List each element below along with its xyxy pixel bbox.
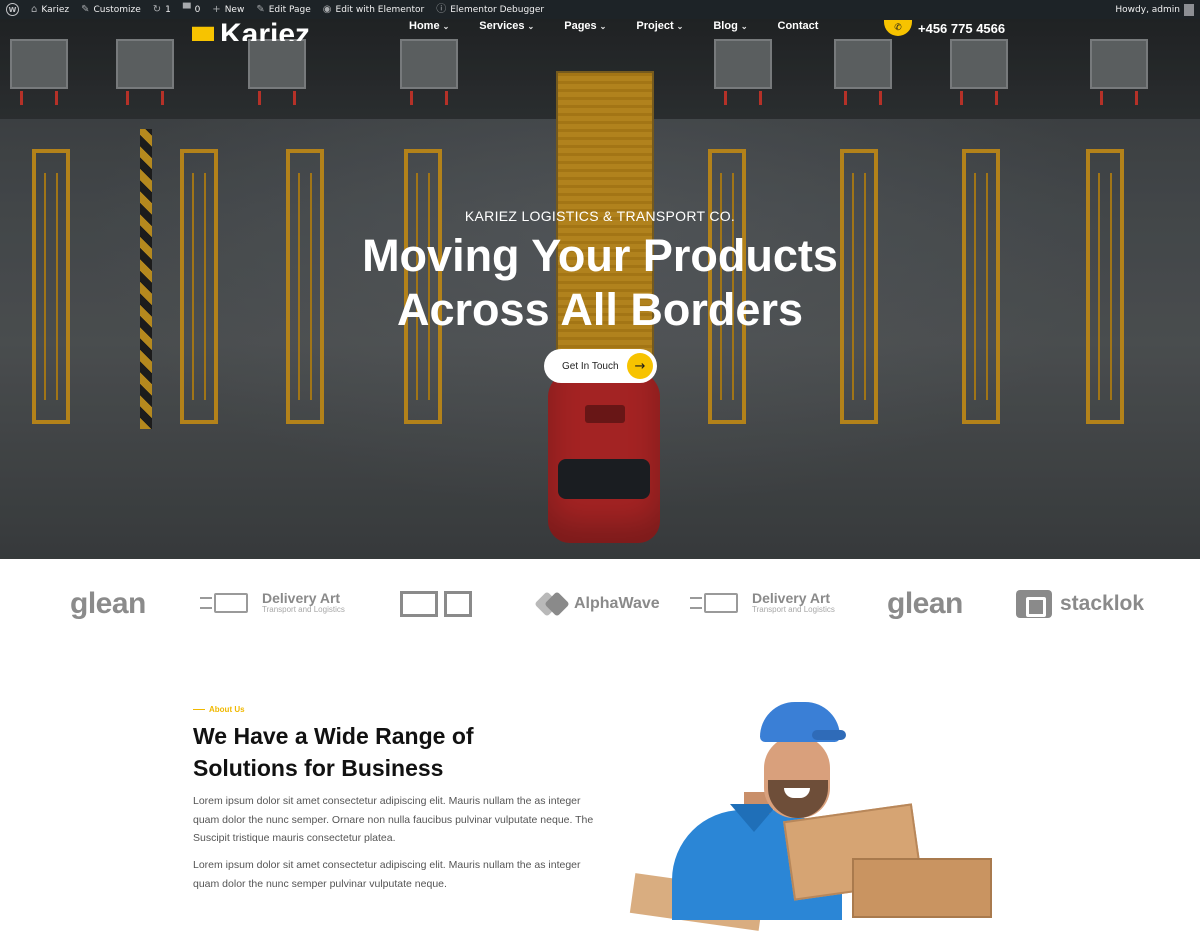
info-icon: ⓘ xyxy=(436,3,447,15)
hero-section: KARIEZ LOGISTICS & TRANSPORT CO. Moving … xyxy=(0,19,1200,559)
hero-eyebrow: KARIEZ LOGISTICS & TRANSPORT CO. xyxy=(464,208,736,224)
site-name-link[interactable]: ⌂ Kariez xyxy=(25,0,75,19)
wordpress-icon: W xyxy=(6,3,19,16)
get-in-touch-button[interactable]: Get In Touch → xyxy=(544,349,657,383)
chevron-down-icon: ⌄ xyxy=(676,21,684,31)
edit-page-label: Edit Page xyxy=(268,4,311,15)
comments-link[interactable]: ▀ 0 xyxy=(177,0,206,19)
comments-count: 0 xyxy=(194,4,201,15)
chevron-down-icon: ⌄ xyxy=(740,21,748,31)
courier-image xyxy=(612,700,992,931)
alphawave-icon xyxy=(538,593,568,615)
about-paragraph: Lorem ipsum dolor sit amet consectetur a… xyxy=(193,795,594,844)
nav-item-project[interactable]: Project ⌄ xyxy=(636,19,683,33)
main-nav: Home ⌄ Services ⌄ Pages ⌄ Project ⌄ Blog… xyxy=(409,19,848,33)
delivery-art-tagline: Transport and Logistics xyxy=(752,604,835,614)
header-phone[interactable]: ✆ +456 775 4566 xyxy=(884,19,1005,36)
updates-count: 1 xyxy=(165,4,171,15)
hero-title: Moving Your Products Across All Borders xyxy=(0,229,1200,337)
delivery-art-name: Delivery Art xyxy=(752,589,831,606)
edit-elementor-link[interactable]: ◉ Edit with Elementor xyxy=(317,0,430,19)
stacklok-name: stacklok xyxy=(1060,592,1145,615)
arrow-right-icon: → xyxy=(627,353,653,379)
about-title: We Have a Wide Range of Solutions for Bu… xyxy=(193,723,474,781)
brand-logo-glean: glean xyxy=(887,587,963,620)
nav-item-services[interactable]: Services ⌄ xyxy=(479,19,534,33)
nav-label: Home xyxy=(409,20,440,32)
account-menu[interactable]: Howdy, admin xyxy=(1109,0,1200,19)
delivery-truck-icon xyxy=(690,589,746,615)
phone-icon: ✆ xyxy=(884,19,912,36)
elementor-debugger-label: Elementor Debugger xyxy=(450,4,545,15)
site-logo[interactable]: Kariez xyxy=(192,19,310,41)
new-label: New xyxy=(224,4,245,15)
eyebrow-line xyxy=(193,709,205,710)
nav-label: Pages xyxy=(564,20,597,32)
nav-item-home[interactable]: Home ⌄ xyxy=(409,19,449,33)
new-content-link[interactable]: + New xyxy=(206,0,250,19)
avatar xyxy=(1184,3,1194,16)
delivery-art-name: Delivery Art xyxy=(262,589,341,606)
nav-item-blog[interactable]: Blog ⌄ xyxy=(713,19,747,33)
nav-label: Contact xyxy=(777,20,819,32)
get-in-touch-label: Get In Touch xyxy=(562,360,619,372)
brand-logo-glean: glean xyxy=(70,587,146,620)
about-eyebrow: About Us xyxy=(193,705,245,714)
elementor-debugger-link[interactable]: ⓘ Elementor Debugger xyxy=(430,0,550,19)
brand-logo-alphawave: AlphaWave xyxy=(538,593,660,615)
chevron-down-icon: ⌄ xyxy=(527,21,535,31)
stacklok-icon xyxy=(1016,590,1052,618)
package-box xyxy=(852,858,992,918)
customize-link[interactable]: ✎ Customize xyxy=(75,0,147,19)
chevron-down-icon: ⌄ xyxy=(442,21,450,31)
updates-link[interactable]: ↻ 1 xyxy=(147,0,177,19)
elementor-icon: ◉ xyxy=(322,3,332,15)
comment-icon: ▀ xyxy=(182,3,191,15)
customize-label: Customize xyxy=(93,4,141,15)
nav-item-pages[interactable]: Pages ⌄ xyxy=(564,19,606,33)
phone-number: +456 775 4566 xyxy=(918,21,1006,36)
howdy-label: Howdy, admin xyxy=(1115,4,1180,15)
nav-label: Blog xyxy=(713,20,738,32)
chevron-down-icon: ⌄ xyxy=(599,21,607,31)
nav-label: Project xyxy=(636,20,674,32)
edit-page-link[interactable]: ✎ Edit Page xyxy=(250,0,316,19)
wp-admin-bar: W ⌂ Kariez ✎ Customize ↻ 1 ▀ 0 + New ✎ E… xyxy=(0,0,1200,19)
logo-mark-icon xyxy=(192,26,214,41)
plus-icon: + xyxy=(212,3,221,15)
brand-logo-delivery-art: Delivery Art Transport and Logistics xyxy=(200,589,345,615)
about-eyebrow-label: About Us xyxy=(209,705,245,714)
nav-label: Services xyxy=(479,20,525,32)
nav-item-contact[interactable]: Contact xyxy=(778,19,819,33)
hero-title-line: Across All Borders xyxy=(397,284,803,335)
edit-elementor-label: Edit with Elementor xyxy=(335,4,425,15)
refresh-icon: ↻ xyxy=(152,3,162,15)
about-paragraph: Lorem ipsum dolor sit amet consectetur a… xyxy=(193,859,581,890)
home-icon: ⌂ xyxy=(31,3,38,15)
brand-logo-stacklok: stacklok xyxy=(1016,590,1144,618)
brand-logo-delivery-art: Delivery Art Transport and Logistics xyxy=(690,589,835,615)
pencil-icon: ✎ xyxy=(256,3,265,15)
delivery-truck-icon xyxy=(200,589,256,615)
logo-text: Kariez xyxy=(220,19,311,42)
brand-logo-box xyxy=(400,589,474,619)
delivery-art-tagline: Transport and Logistics xyxy=(262,604,345,614)
alphawave-name: AlphaWave xyxy=(574,595,660,612)
hero-title-line: Moving Your Products xyxy=(362,230,838,281)
brush-icon: ✎ xyxy=(81,3,90,15)
site-name-label: Kariez xyxy=(41,4,70,15)
brand-logos-strip: glean Delivery Art Transport and Logisti… xyxy=(0,559,1200,651)
wp-logo-menu[interactable]: W xyxy=(0,0,25,19)
